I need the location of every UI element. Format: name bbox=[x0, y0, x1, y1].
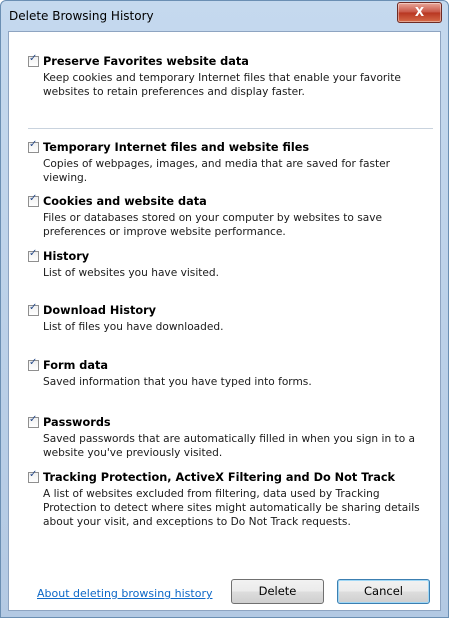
divider bbox=[28, 128, 433, 129]
option-description: Copies of webpages, images, and media th… bbox=[43, 158, 391, 184]
option-title: Tracking Protection, ActiveX Filtering a… bbox=[43, 471, 396, 484]
checkmark-icon: ✓ bbox=[29, 469, 38, 480]
option-title: Temporary Internet files and website fil… bbox=[43, 141, 310, 154]
checkmark-icon: ✓ bbox=[29, 302, 38, 313]
preserve-favorites-checkbox[interactable]: ✓ bbox=[28, 53, 39, 67]
option-download-history: ✓ Download History List of files you hav… bbox=[28, 302, 433, 334]
option-description: List of files you have downloaded. bbox=[43, 321, 224, 333]
checkmark-icon: ✓ bbox=[29, 139, 38, 150]
form-data-checkbox[interactable]: ✓ bbox=[28, 357, 39, 371]
close-button[interactable]: X bbox=[397, 2, 442, 23]
option-title: Download History bbox=[43, 304, 157, 317]
close-icon: X bbox=[414, 5, 425, 19]
delete-browsing-history-dialog: Delete Browsing History X ✓ Preserve Fav… bbox=[0, 0, 449, 618]
delete-button[interactable]: Delete bbox=[231, 579, 324, 604]
option-temporary-internet-files: ✓ Temporary Internet files and website f… bbox=[28, 139, 433, 185]
checkmark-icon: ✓ bbox=[29, 248, 38, 259]
cookies-checkbox[interactable]: ✓ bbox=[28, 193, 39, 207]
download-history-checkbox[interactable]: ✓ bbox=[28, 302, 39, 316]
window-title: Delete Browsing History bbox=[9, 9, 154, 23]
option-description: A list of websites excluded from filteri… bbox=[43, 488, 420, 528]
option-description: Saved passwords that are automatically f… bbox=[43, 433, 416, 459]
option-tracking-protection: ✓ Tracking Protection, ActiveX Filtering… bbox=[28, 469, 433, 529]
option-form-data: ✓ Form data Saved information that you h… bbox=[28, 357, 433, 389]
option-title: Preserve Favorites website data bbox=[43, 55, 249, 68]
passwords-checkbox[interactable]: ✓ bbox=[28, 414, 39, 428]
option-title: Cookies and website data bbox=[43, 195, 207, 208]
option-description: Keep cookies and temporary Internet file… bbox=[43, 72, 401, 98]
about-deleting-history-link[interactable]: About deleting browsing history bbox=[37, 587, 212, 600]
dialog-content: ✓ Preserve Favorites website data Keep c… bbox=[8, 31, 441, 611]
option-description: List of websites you have visited. bbox=[43, 267, 220, 279]
option-preserve-favorites: ✓ Preserve Favorites website data Keep c… bbox=[28, 53, 433, 99]
option-title: History bbox=[43, 250, 90, 263]
option-cookies: ✓ Cookies and website data Files or data… bbox=[28, 193, 433, 239]
option-passwords: ✓ Passwords Saved passwords that are aut… bbox=[28, 414, 433, 460]
option-history: ✓ History List of websites you have visi… bbox=[28, 248, 433, 280]
option-title: Form data bbox=[43, 359, 109, 372]
option-description: Saved information that you have typed in… bbox=[43, 376, 312, 388]
option-description: Files or databases stored on your comput… bbox=[43, 212, 383, 238]
option-title: Passwords bbox=[43, 416, 111, 429]
checkmark-icon: ✓ bbox=[29, 193, 38, 204]
cancel-button[interactable]: Cancel bbox=[337, 579, 430, 604]
tracking-protection-checkbox[interactable]: ✓ bbox=[28, 469, 39, 483]
checkmark-icon: ✓ bbox=[29, 53, 38, 64]
title-bar: Delete Browsing History X bbox=[1, 1, 448, 31]
checkmark-icon: ✓ bbox=[29, 357, 38, 368]
temporary-files-checkbox[interactable]: ✓ bbox=[28, 139, 39, 153]
history-checkbox[interactable]: ✓ bbox=[28, 248, 39, 262]
checkmark-icon: ✓ bbox=[29, 414, 38, 425]
